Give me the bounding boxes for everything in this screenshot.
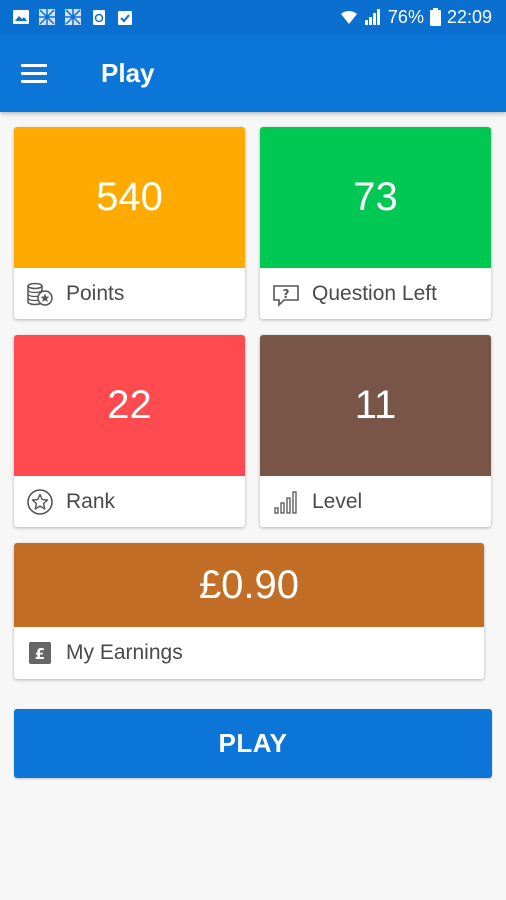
sync-icon bbox=[90, 8, 108, 26]
play-button[interactable]: PLAY bbox=[14, 709, 492, 778]
earnings-value: £0.90 bbox=[198, 562, 300, 607]
pattern-icon bbox=[38, 8, 56, 26]
svg-text:£: £ bbox=[35, 645, 45, 663]
menu-icon[interactable] bbox=[18, 56, 52, 90]
points-value: 540 bbox=[96, 175, 163, 219]
points-label: Points bbox=[66, 282, 125, 305]
wifi-icon bbox=[340, 9, 358, 25]
points-footer: Points bbox=[14, 269, 245, 319]
signal-icon bbox=[364, 8, 382, 26]
questions-left-card[interactable]: 73 ? Question Left bbox=[260, 127, 491, 319]
level-bars-icon bbox=[272, 488, 300, 516]
battery-percent: 76% bbox=[387, 6, 424, 27]
questions-left-value-panel: 73 bbox=[260, 127, 491, 268]
points-card[interactable]: 540 Points bbox=[14, 127, 245, 319]
rank-value: 22 bbox=[107, 383, 152, 427]
battery-icon bbox=[429, 8, 441, 26]
level-footer: Level bbox=[260, 477, 491, 527]
notification-icons bbox=[12, 7, 134, 27]
level-card[interactable]: 11 Level bbox=[260, 335, 491, 527]
clipboard-check-icon bbox=[116, 8, 134, 26]
question-bubble-icon: ? bbox=[272, 280, 300, 308]
pound-icon: £ bbox=[26, 639, 54, 667]
rank-footer: Rank bbox=[14, 477, 245, 527]
earnings-footer: £ My Earnings bbox=[14, 627, 484, 679]
gallery-icon bbox=[12, 8, 30, 26]
level-value: 11 bbox=[354, 383, 397, 427]
questions-left-label: Question Left bbox=[312, 282, 437, 305]
questions-left-value: 73 bbox=[353, 175, 398, 219]
star-badge-icon bbox=[26, 488, 54, 516]
earnings-value-panel: £0.90 bbox=[14, 543, 484, 627]
level-value-panel: 11 bbox=[260, 335, 491, 476]
earnings-label: My Earnings bbox=[66, 641, 183, 664]
questions-left-footer: ? Question Left bbox=[260, 269, 491, 319]
status-bar: 76% 22:09 bbox=[0, 0, 506, 34]
pattern-icon bbox=[64, 8, 82, 26]
coins-icon bbox=[26, 280, 54, 308]
app-bar: Play bbox=[0, 34, 506, 112]
points-value-panel: 540 bbox=[14, 127, 245, 268]
rank-label: Rank bbox=[66, 490, 116, 513]
level-label: Level bbox=[312, 490, 363, 513]
system-status: 76% 22:09 bbox=[340, 5, 492, 29]
earnings-card[interactable]: £0.90 £ My Earnings bbox=[14, 543, 484, 679]
rank-value-panel: 22 bbox=[14, 335, 245, 476]
svg-text:?: ? bbox=[283, 287, 290, 301]
rank-card[interactable]: 22 Rank bbox=[14, 335, 245, 527]
clock: 22:09 bbox=[446, 6, 492, 27]
page-title: Play bbox=[101, 58, 155, 88]
